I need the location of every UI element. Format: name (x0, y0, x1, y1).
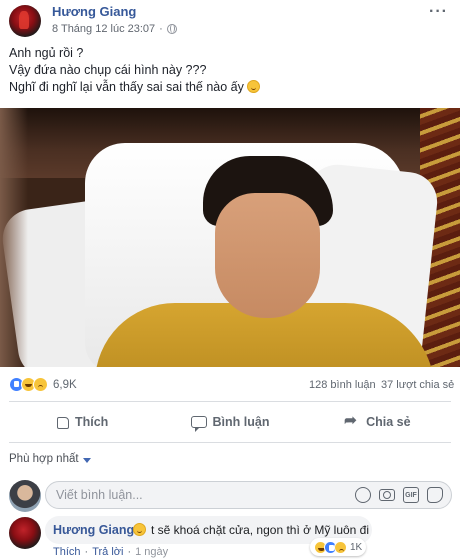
comment-actions-separator: · (84, 546, 89, 558)
like-button[interactable]: Thích (9, 402, 156, 442)
comment-input[interactable]: Viết bình luận... GIF (45, 481, 452, 509)
comment-reactions[interactable]: 1K (310, 538, 367, 556)
post-line-1: Anh ngủ rồi ? (9, 46, 84, 60)
composer-icons: GIF (355, 487, 443, 503)
comment-author[interactable]: Hương Giang (53, 523, 134, 537)
comment-reply-link[interactable]: Trả lời (92, 546, 123, 558)
author-avatar[interactable] (9, 5, 41, 37)
sort-label: Phù hợp nhất (9, 453, 79, 465)
meta-separator: · (159, 23, 163, 35)
comment-like-link[interactable]: Thích (53, 546, 81, 558)
share-count[interactable]: 37 lượt chia sẻ (381, 379, 454, 391)
comment-button[interactable]: Bình luận (156, 402, 303, 442)
comment-actions-separator-2: · (127, 546, 132, 558)
comment-button-label: Bình luận (212, 415, 270, 429)
comment-count[interactable]: 128 bình luận (309, 379, 376, 391)
camera-icon[interactable] (379, 489, 395, 501)
comment-sad-reaction-icon (334, 540, 347, 554)
post-line-3: Nghĩ đi nghĩ lại vẫn thấy sai sai thế nà… (9, 79, 449, 96)
post-line-3-text: Nghĩ đi nghĩ lại vẫn thấy sai sai thế nà… (9, 80, 244, 94)
comment-smile-emoji-icon (133, 523, 146, 536)
more-options-icon[interactable]: ··· (429, 3, 448, 21)
sad-reaction-icon (33, 377, 48, 392)
globe-icon[interactable] (166, 24, 177, 34)
post-meta: 8 Tháng 12 lúc 23:07 · (52, 23, 177, 35)
share-arrow-icon (344, 411, 360, 430)
photo-left-shadow (0, 108, 28, 367)
like-button-label: Thích (74, 415, 109, 429)
gif-icon[interactable]: GIF (403, 487, 419, 503)
comment-sort-dropdown[interactable]: Phù hợp nhất (9, 453, 91, 465)
stats-bar: 6,9K 128 bình luận 37 lượt chia sẻ (0, 373, 460, 397)
sticker-icon[interactable] (427, 487, 443, 503)
comment-text: t sẽ khoá chặt cửa, ngon thì ở Mỹ luôn đ… (151, 523, 370, 537)
author-name[interactable]: Hương Giang (52, 4, 136, 19)
emoji-icon[interactable] (355, 487, 371, 503)
commenter-avatar[interactable] (9, 517, 41, 549)
post-photo[interactable] (0, 108, 460, 367)
thumbs-up-icon (56, 417, 69, 429)
photo-face (215, 193, 320, 318)
comment-actions: Thích · Trả lời · 1 ngày (53, 546, 168, 558)
reactions-summary[interactable]: 6,9K (9, 377, 77, 392)
smile-emoji-icon (247, 80, 261, 93)
share-button[interactable]: Chia sẻ (304, 402, 451, 442)
comment-reaction-count: 1K (350, 541, 363, 553)
post-header: Hương Giang 8 Tháng 12 lúc 23:07 · ··· (0, 0, 460, 40)
post-line-2: Vậy đứa nào chụp cái hình này ??? (9, 63, 207, 77)
comment-icon (190, 416, 207, 432)
caret-down-icon (82, 457, 91, 463)
post-text: Anh ngủ rồi ? Vậy đứa nào chụp cái hình … (9, 45, 449, 96)
reaction-count[interactable]: 6,9K (53, 379, 77, 391)
viewer-avatar (9, 480, 41, 512)
comment-input-placeholder: Viết bình luận... (56, 488, 143, 502)
comment-time[interactable]: 1 ngày (135, 546, 168, 558)
action-bar: Thích Bình luận Chia sẻ (9, 401, 451, 443)
share-button-label: Chia sẻ (366, 415, 411, 429)
post-timestamp[interactable]: 8 Tháng 12 lúc 23:07 (52, 23, 155, 35)
